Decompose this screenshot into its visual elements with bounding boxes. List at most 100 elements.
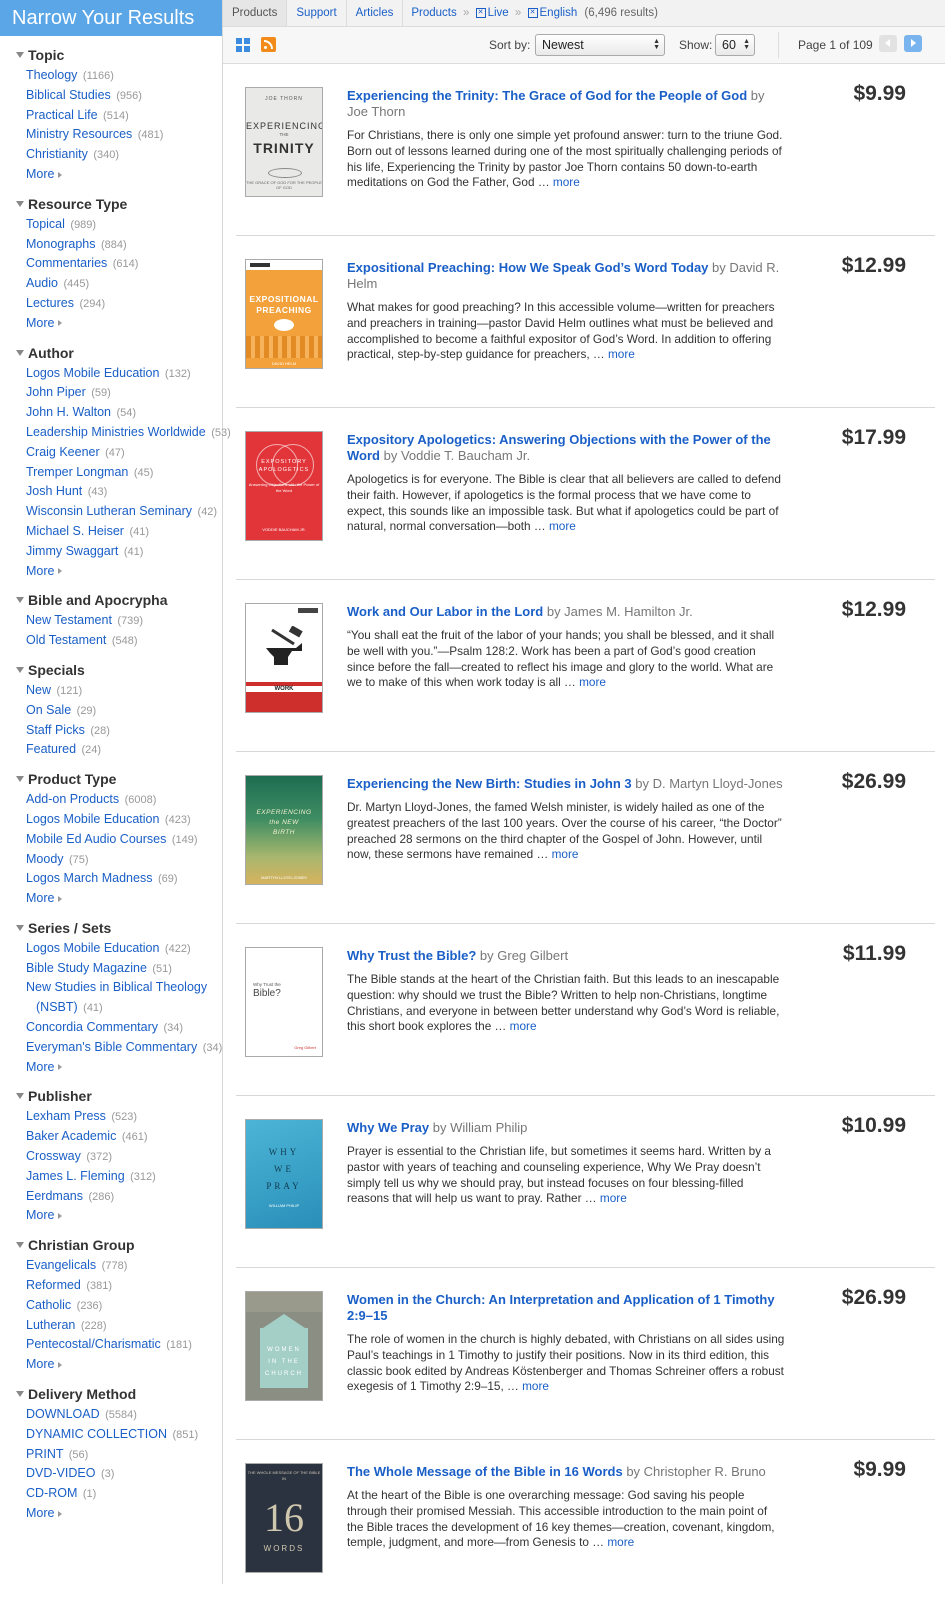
facet-item-label[interactable]: Old Testament [26, 633, 106, 647]
facet-item-label[interactable]: Commentaries [26, 256, 107, 270]
facet-item[interactable]: Catholic (236) [0, 1296, 222, 1316]
facet-title[interactable]: Specials [0, 659, 222, 681]
facet-item-label[interactable]: Staff Picks [26, 723, 85, 737]
tab-articles[interactable]: Articles [347, 0, 404, 26]
facet-item-label[interactable]: Pentecostal/Charismatic [26, 1337, 161, 1351]
rss-feed-icon[interactable] [261, 37, 276, 52]
facet-item[interactable]: Jimmy Swaggart (41) [0, 542, 222, 562]
previous-page-button[interactable] [879, 35, 897, 52]
facet-more-link[interactable]: More [0, 1504, 222, 1524]
remove-filter-icon[interactable]: ✕ [475, 7, 486, 18]
book-cover-image[interactable]: Why Trust the Bible? Greg Gilbert [246, 948, 322, 1056]
facet-title[interactable]: Topic [0, 44, 222, 66]
facet-title[interactable]: Publisher [0, 1085, 222, 1107]
facet-item-label[interactable]: John Piper [26, 385, 86, 399]
facet-item-label[interactable]: New Testament [26, 613, 112, 627]
filter-live[interactable]: Live [488, 7, 509, 19]
facet-item[interactable]: Pentecostal/Charismatic (181) [0, 1335, 222, 1355]
facet-item[interactable]: Craig Keener (47) [0, 443, 222, 463]
facet-item[interactable]: Christianity (340) [0, 145, 222, 165]
read-more-link[interactable]: more [607, 1535, 634, 1549]
facet-item[interactable]: Eerdmans (286) [0, 1187, 222, 1207]
product-title-link[interactable]: Experiencing the Trinity: The Grace of G… [347, 88, 747, 103]
facet-item-label[interactable]: Topical [26, 217, 65, 231]
facet-item[interactable]: DOWNLOAD (5584) [0, 1405, 222, 1425]
collapse-triangle-icon[interactable] [16, 776, 24, 783]
product-title-link[interactable]: Work and Our Labor in the Lord [347, 604, 543, 619]
product-title-link[interactable]: Why Trust the Bible? [347, 948, 476, 963]
facet-item[interactable]: Michael S. Heiser (41) [0, 522, 222, 542]
facet-item-label[interactable]: Bible Study Magazine [26, 961, 147, 975]
facet-item-label[interactable]: New Studies in Biblical Theology [26, 980, 207, 994]
breadcrumb-products[interactable]: Products [411, 7, 456, 19]
facet-item[interactable]: Mobile Ed Audio Courses (149) [0, 830, 222, 850]
product-title-link[interactable]: Women in the Church: An Interpretation a… [347, 1292, 775, 1323]
facet-item-label[interactable]: Logos Mobile Education [26, 812, 159, 826]
facet-item[interactable]: Featured (24) [0, 740, 222, 760]
facet-title[interactable]: Series / Sets [0, 917, 222, 939]
facet-item[interactable]: Monographs (884) [0, 235, 222, 255]
collapse-triangle-icon[interactable] [16, 1242, 24, 1249]
facet-item-label[interactable]: Christianity [26, 147, 88, 161]
facet-item[interactable]: Moody (75) [0, 850, 222, 870]
facet-item-label[interactable]: Moody [26, 852, 64, 866]
read-more-link[interactable]: more [552, 847, 579, 861]
facet-item[interactable]: Crossway (372) [0, 1147, 222, 1167]
book-cover-image[interactable]: THE WHOLE MESSAGE OF THE BIBLE IN 16 WORDS [246, 1464, 322, 1572]
facet-more-link[interactable]: More [0, 314, 222, 334]
facet-item-label[interactable]: Logos March Madness [26, 871, 152, 885]
facet-item[interactable]: Logos March Madness (69) [0, 869, 222, 889]
read-more-link[interactable]: more [549, 519, 576, 533]
facet-title[interactable]: Product Type [0, 768, 222, 790]
read-more-link[interactable]: more [510, 1019, 537, 1033]
facet-title[interactable]: Resource Type [0, 193, 222, 215]
collapse-triangle-icon[interactable] [16, 597, 24, 604]
facet-item-label[interactable]: Everyman's Bible Commentary [26, 1040, 197, 1054]
facet-item[interactable]: Old Testament (548) [0, 631, 222, 651]
facet-item-label[interactable]: Tremper Longman [26, 465, 128, 479]
facet-item-label[interactable]: CD-ROM [26, 1486, 77, 1500]
facet-title[interactable]: Christian Group [0, 1234, 222, 1256]
facet-item[interactable]: Josh Hunt (43) [0, 482, 222, 502]
facet-item[interactable]: Biblical Studies (956) [0, 86, 222, 106]
book-cover-image[interactable]: WORK [246, 604, 322, 712]
facet-item[interactable]: Logos Mobile Education (422) [0, 939, 222, 959]
collapse-triangle-icon[interactable] [16, 666, 24, 673]
facet-item-label[interactable]: Logos Mobile Education [26, 366, 159, 380]
collapse-triangle-icon[interactable] [16, 52, 24, 58]
facet-item[interactable]: New (121) [0, 681, 222, 701]
product-title-link[interactable]: Experiencing the New Birth: Studies in J… [347, 776, 632, 791]
book-cover-image[interactable]: EXPOSITORY APOLOGETICS Answering Objection… [246, 432, 322, 540]
facet-item[interactable]: Audio (445) [0, 274, 222, 294]
facet-item[interactable]: James L. Fleming (312) [0, 1167, 222, 1187]
facet-item[interactable]: John H. Walton (54) [0, 403, 222, 423]
facet-more-link[interactable]: More [0, 1058, 222, 1078]
facet-item-label[interactable]: Crossway [26, 1149, 81, 1163]
book-cover-image[interactable]: JOE THORN EXPERIENCING THE TRINITY THE GRACE… [246, 88, 322, 196]
book-cover-image[interactable]: WHY WE PRAY WILLIAM PHILIP [246, 1120, 322, 1228]
collapse-triangle-icon[interactable] [16, 924, 24, 931]
facet-item-label[interactable]: DOWNLOAD [26, 1407, 100, 1421]
facet-item-label[interactable]: Josh Hunt [26, 484, 82, 498]
facet-more-link[interactable]: More [0, 889, 222, 909]
tab-products[interactable]: Products [223, 0, 288, 26]
facet-item-label[interactable]: New [26, 683, 51, 697]
facet-item[interactable]: Ministry Resources (481) [0, 125, 222, 145]
facet-item-label[interactable]: Eerdmans [26, 1189, 83, 1203]
facet-item[interactable]: Evangelicals (778) [0, 1256, 222, 1276]
book-cover-image[interactable]: WOMEN IN THE CHURCH [246, 1292, 322, 1400]
facet-more-link[interactable]: More [0, 165, 222, 185]
show-select[interactable]: 60 ▲ ▼ [715, 34, 755, 56]
collapse-triangle-icon[interactable] [16, 200, 24, 207]
facet-item-label[interactable]: Wisconsin Lutheran Seminary [26, 504, 192, 518]
facet-item-label[interactable]: James L. Fleming [26, 1169, 125, 1183]
facet-item[interactable]: Logos Mobile Education (423) [0, 810, 222, 830]
facet-item[interactable]: Leadership Ministries Worldwide (53) [0, 423, 231, 443]
facet-item[interactable]: Staff Picks (28) [0, 721, 222, 741]
facet-item[interactable]: Add-on Products (6008) [0, 790, 222, 810]
facet-item-label[interactable]: Theology [26, 68, 77, 82]
facet-item[interactable]: On Sale (29) [0, 701, 222, 721]
facet-title[interactable]: Bible and Apocrypha [0, 589, 222, 611]
facet-item-label[interactable]: PRINT [26, 1447, 63, 1461]
grid-view-icon[interactable] [236, 38, 250, 52]
